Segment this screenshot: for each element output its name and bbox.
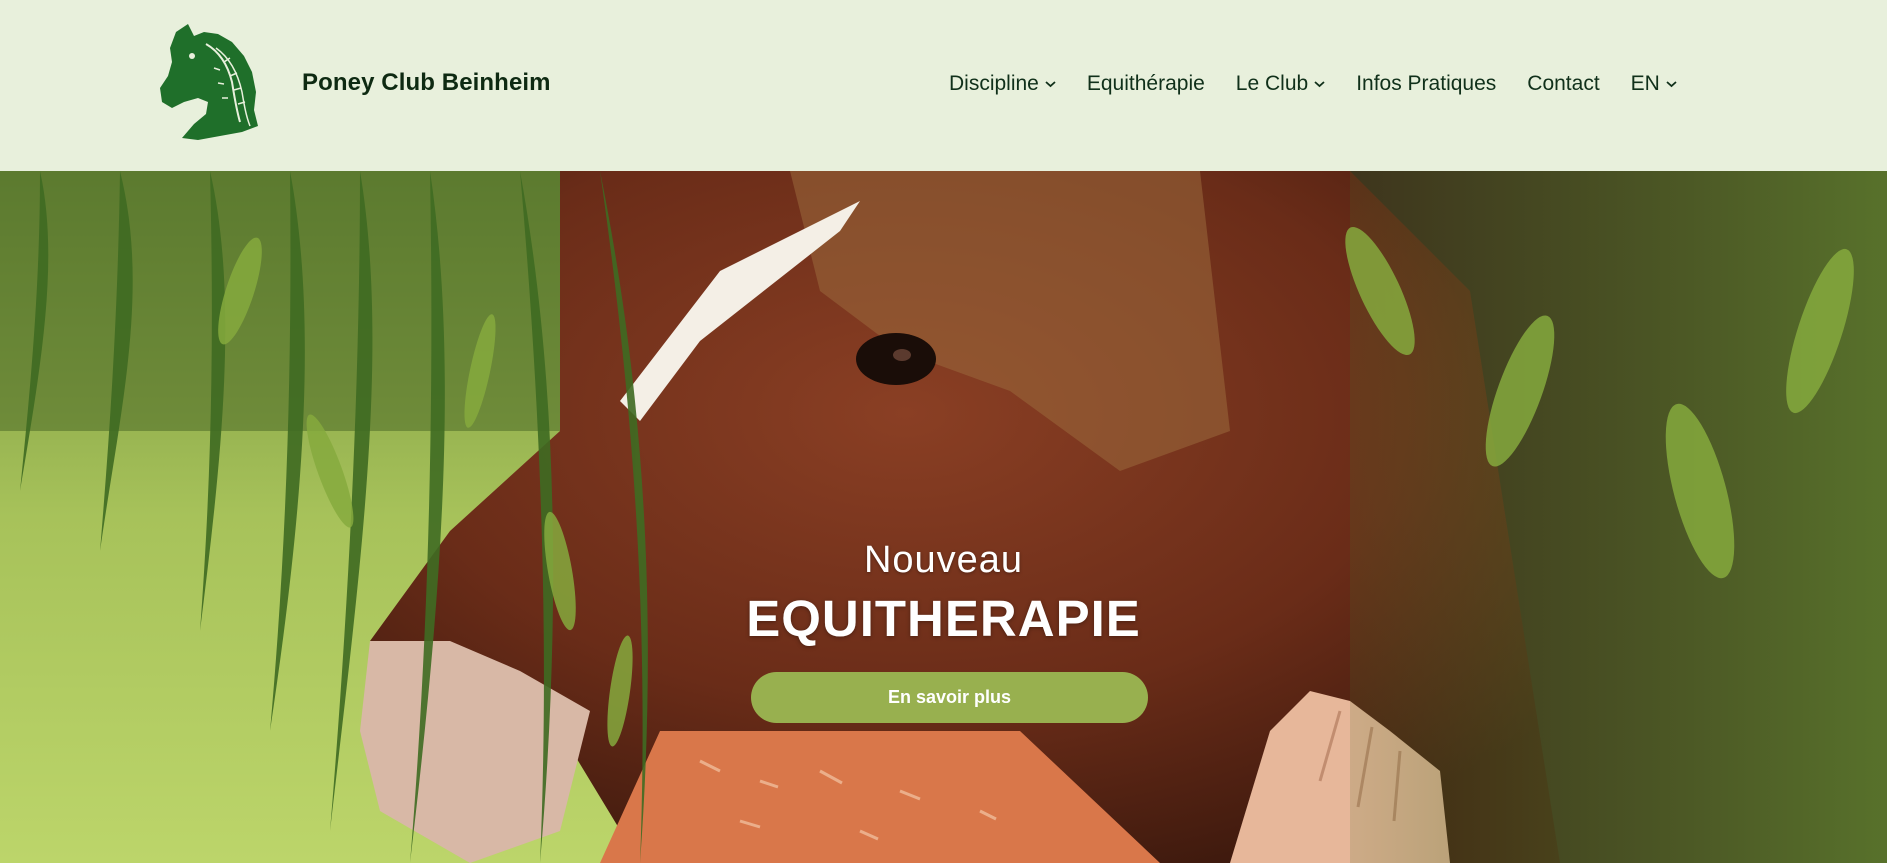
site-header: Poney Club Beinheim Discipline Equithéra… [0, 0, 1887, 171]
chevron-down-icon [1666, 81, 1677, 88]
chevron-down-icon [1045, 81, 1056, 88]
hero-title: EQUITHERAPIE [746, 590, 1141, 647]
nav-item-le-club[interactable]: Le Club [1236, 72, 1325, 96]
language-switcher[interactable]: EN [1631, 72, 1677, 96]
nav-item-label: Equithérapie [1086, 72, 1205, 95]
nav-item-equitherapie[interactable]: Equithérapie [1087, 72, 1205, 96]
site-name[interactable]: Poney Club Beinheim [302, 69, 551, 97]
language-label: EN [1630, 72, 1660, 95]
learn-more-button[interactable]: En savoir plus [751, 672, 1148, 723]
nav-item-discipline[interactable]: Discipline [949, 72, 1056, 96]
chevron-down-icon [1314, 81, 1325, 88]
main-nav: Discipline Equithérapie Le Club Infos Pr… [949, 68, 1677, 100]
nav-item-label: Discipline [949, 72, 1039, 95]
nav-item-label: Le Club [1235, 72, 1309, 95]
nav-item-label: Contact [1527, 72, 1600, 95]
hero-banner: Nouveau EQUITHERAPIE En savoir plus [0, 171, 1887, 863]
horse-head-logo-icon[interactable] [158, 22, 264, 140]
hero-photo-horse-and-child [0, 171, 1887, 863]
nav-item-contact[interactable]: Contact [1527, 72, 1599, 96]
hero-eyebrow: Nouveau [863, 539, 1024, 581]
nav-item-infos-pratiques[interactable]: Infos Pratiques [1356, 72, 1496, 96]
nav-item-label: Infos Pratiques [1356, 72, 1497, 95]
